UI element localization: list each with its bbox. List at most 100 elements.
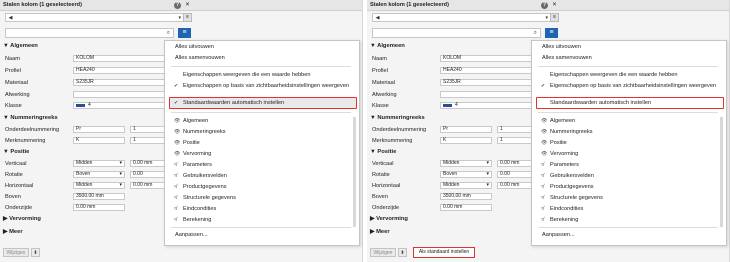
section-vervorming[interactable]: ▶ Vervorming [370,216,408,222]
menu-section-item[interactable]: Eindcondities [550,206,583,212]
hidden-icon[interactable]: ≉ [174,173,177,179]
horizontaal-select[interactable]: Midden ▾ [440,182,492,189]
menu-section-item[interactable]: Vervorming [183,151,211,157]
help-icon[interactable]: ? [541,2,548,9]
menu-section-item[interactable]: Structurele gegevens [183,195,236,201]
hidden-icon[interactable]: ≉ [541,206,544,212]
menu-section-item[interactable]: Structurele gegevens [550,195,603,201]
menu-collapse-all[interactable]: Alles samenvouwen [542,55,592,61]
select-prev-icon[interactable]: ◀ [374,15,381,21]
help-icon[interactable]: ? [174,2,181,9]
eye-icon[interactable]: 👁 [174,118,180,124]
horizontaal-select[interactable]: Midden ▾ [73,182,125,189]
eye-icon[interactable]: 👁 [174,129,180,135]
section-nummeringreeks[interactable]: ▼ Nummeringreeks [370,115,425,121]
menu-section-item[interactable]: Algemeen [550,118,575,124]
eye-icon[interactable]: 👁 [174,151,180,157]
naam-field[interactable]: KOLOM [440,55,545,62]
options-menu-button[interactable]: ≡ [178,28,191,38]
afwerking-field[interactable] [73,91,178,98]
menu-section-item[interactable]: Nummeringreeks [550,129,593,135]
rotatie-select[interactable]: Boven ▾ [440,171,492,178]
onderdeel-prefix-field[interactable]: Pr [440,126,492,133]
menu-customize[interactable]: Aanpassen... [175,232,208,238]
naam-field[interactable]: KOLOM [73,55,178,62]
rotatie-select[interactable]: Boven ▾ [73,171,125,178]
onderdeel-prefix-field[interactable]: Pr [73,126,125,133]
menu-show-by-visibility[interactable]: Eigenschappen op basis van zichtbaarheid… [183,83,349,89]
options-menu-button[interactable]: ≡ [545,28,558,38]
hidden-icon[interactable]: ≉ [174,217,177,223]
apply-button[interactable]: Wijzigen [3,248,29,257]
onderzijde-field[interactable]: 0.00 mm [440,204,492,211]
menu-auto-defaults[interactable]: Standaardwaarden automatisch instellen [183,100,284,106]
merk-prefix-field[interactable]: K [73,137,125,144]
menu-scrollbar[interactable] [353,117,356,227]
menu-section-item[interactable]: Gebruikersvelden [183,173,227,179]
select-list-button[interactable]: ≡ [183,13,192,22]
menu-show-with-value[interactable]: Eigenschappen weergeven die een waarde h… [183,72,311,78]
merk-prefix-field[interactable]: K [440,137,492,144]
section-vervorming[interactable]: ▶ Vervorming [3,216,41,222]
menu-show-with-value[interactable]: Eigenschappen weergeven die een waarde h… [550,72,678,78]
eye-icon[interactable]: 👁 [174,140,180,146]
pin-icon[interactable]: ⬍ [31,248,40,257]
menu-section-item[interactable]: Positie [183,140,200,146]
section-meer[interactable]: ▶ Meer [370,229,390,235]
pin-icon[interactable]: ⬍ [398,248,407,257]
section-positie[interactable]: ▼ Positie [3,149,29,155]
onderzijde-field[interactable]: 0.00 mm [73,204,125,211]
materiaal-field[interactable]: S235JR [73,79,178,86]
hidden-icon[interactable]: ≉ [174,206,177,212]
eye-icon[interactable]: 👁 [541,140,547,146]
menu-section-item[interactable]: Productgegevens [183,184,227,190]
hidden-icon[interactable]: ≉ [541,217,544,223]
section-nummeringreeks[interactable]: ▼ Nummeringreeks [3,115,58,121]
menu-scrollbar[interactable] [720,117,723,227]
apply-button[interactable]: Wijzigen [370,248,396,257]
materiaal-field[interactable]: S235JR [440,79,545,86]
afwerking-field[interactable] [440,91,545,98]
select-list-button[interactable]: ≡ [550,13,559,22]
eye-icon[interactable]: 👁 [541,129,547,135]
klasse-field[interactable]: 4 [73,102,178,109]
verticaal-select[interactable]: Midden ▾ [73,160,125,167]
object-type-select[interactable]: ◀ ▾ [372,13,551,22]
menu-section-item[interactable]: Berekening [550,217,578,223]
close-icon[interactable]: × [551,2,558,9]
close-icon[interactable]: × [184,2,191,9]
klasse-field[interactable]: 4 [440,102,545,109]
section-algemeen[interactable]: ▼ Algemeen [370,43,405,49]
hidden-icon[interactable]: ≉ [541,184,544,190]
menu-section-item[interactable]: Eindcondities [183,206,216,212]
profiel-field[interactable]: HEA240 [440,67,545,74]
menu-show-by-visibility[interactable]: Eigenschappen op basis van zichtbaarheid… [550,83,716,89]
menu-section-item[interactable]: Productgegevens [550,184,594,190]
hidden-icon[interactable]: ≉ [174,184,177,190]
eye-icon[interactable]: 👁 [541,151,547,157]
boven-field[interactable]: 3500.00 mm [73,193,125,200]
profiel-field[interactable]: HEA240 [73,67,178,74]
hidden-icon[interactable]: ≉ [174,195,177,201]
hidden-icon[interactable]: ≉ [541,195,544,201]
menu-section-item[interactable]: Parameters [183,162,212,168]
menu-section-item[interactable]: Nummeringreeks [183,129,226,135]
set-as-default-button[interactable]: Als standaard instellen [413,247,475,258]
hidden-icon[interactable]: ≉ [174,162,177,168]
hidden-icon[interactable]: ≉ [541,173,544,179]
section-meer[interactable]: ▶ Meer [3,229,23,235]
search-input[interactable]: ⌕ [5,28,174,38]
menu-section-item[interactable]: Algemeen [183,118,208,124]
section-positie[interactable]: ▼ Positie [370,149,396,155]
eye-icon[interactable]: 👁 [541,118,547,124]
menu-section-item[interactable]: Berekening [183,217,211,223]
boven-field[interactable]: 3500.00 mm [440,193,492,200]
search-input[interactable]: ⌕ [372,28,541,38]
object-type-select[interactable]: ◀ ▾ [5,13,184,22]
menu-section-item[interactable]: Vervorming [550,151,578,157]
menu-collapse-all[interactable]: Alles samenvouwen [175,55,225,61]
menu-expand-all[interactable]: Alles uitvouwen [542,44,581,50]
menu-customize[interactable]: Aanpassen... [542,232,575,238]
menu-auto-defaults[interactable]: Standaardwaarden automatisch instellen [550,100,651,106]
verticaal-select[interactable]: Midden ▾ [440,160,492,167]
